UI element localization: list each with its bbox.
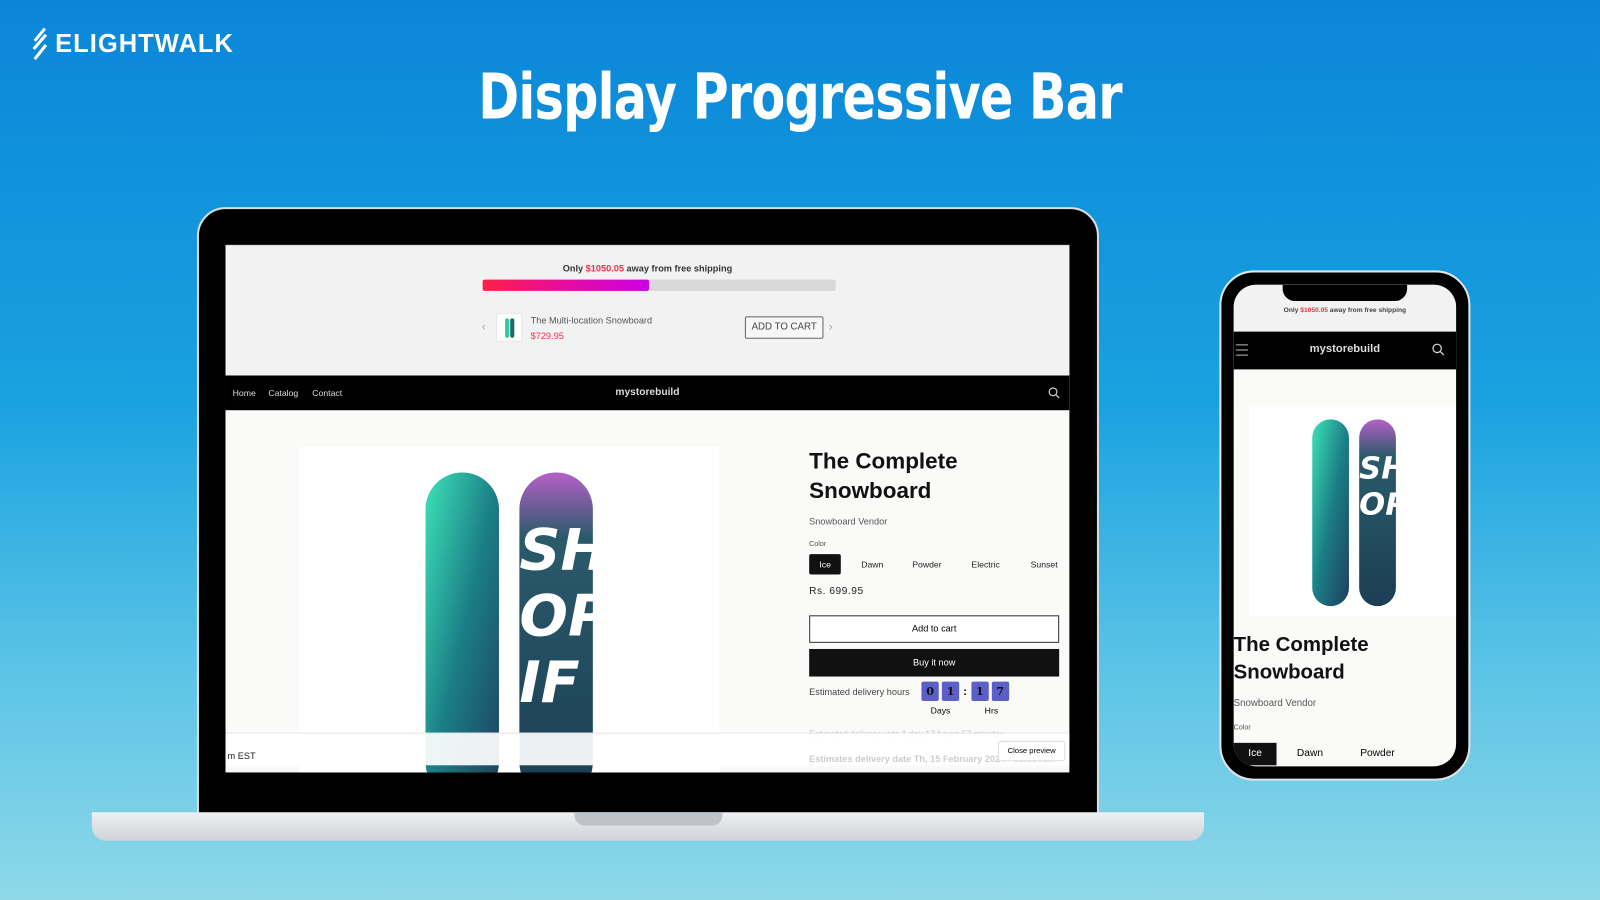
phone-color-ice[interactable]: Ice (1233, 742, 1277, 766)
preview-bar: Estimates delivery date Th, 15 February … (225, 732, 1070, 766)
phone-color-label: Color (1233, 724, 1251, 732)
close-preview-button[interactable]: Close preview (997, 740, 1066, 762)
color-option-powder[interactable]: Powder (902, 554, 952, 574)
progress-fill (482, 279, 649, 291)
days-label: Days (930, 705, 951, 716)
shipping-message: Only $1050.05 away from free shipping (562, 263, 733, 274)
page-title: Display Progressive Bar (478, 59, 1122, 134)
store-name[interactable]: mystorebuild (226, 387, 1070, 398)
laptop-notch (574, 812, 723, 826)
add-to-cart-button[interactable]: Add to cart (809, 615, 1060, 643)
buy-now-button[interactable]: Buy it now (809, 648, 1060, 677)
search-icon[interactable] (1432, 343, 1445, 356)
color-label: Color (809, 540, 827, 548)
delivery-label: Estimated delivery hours (809, 686, 910, 697)
preview-timezone: m EST (227, 751, 256, 762)
color-option-electric[interactable]: Electric (961, 554, 1010, 574)
phone-color-powder[interactable]: Powder (1360, 748, 1395, 759)
free-shipping-banner: Only $1050.05 away from free shipping ‹ … (225, 244, 1070, 376)
progress-bar (482, 279, 836, 291)
product-vendor: Snowboard Vendor (809, 516, 888, 527)
svg-text:IF: IF (519, 650, 579, 716)
phone-notch (1282, 284, 1408, 302)
brand-logo: ELIGHTWALK (31, 27, 234, 62)
phone-product-image: SH OP (1248, 407, 1457, 617)
upsell-thumbnail (495, 313, 523, 342)
svg-text:OP: OP (519, 584, 610, 650)
logo-text: ELIGHTWALK (55, 29, 234, 58)
color-option-ice[interactable]: Ice (809, 554, 842, 575)
product-title: The Complete Snowboard (809, 447, 958, 504)
upsell-price: $729.95 (530, 330, 564, 341)
phone-product-title: The Complete Snowboard (1233, 633, 1369, 684)
phone-color-dawn[interactable]: Dawn (1297, 748, 1323, 759)
product-price: Rs. 699.95 (809, 585, 864, 597)
store-nav: Home Catalog Contact mystorebuild (225, 375, 1070, 411)
phone-screen: Only $1050.05 away from free shipping my… (1233, 284, 1457, 767)
svg-text:OP: OP (1359, 487, 1408, 522)
laptop-screen: Only $1050.05 away from free shipping ‹ … (225, 244, 1070, 773)
svg-text:SH: SH (1359, 452, 1407, 487)
lightning-icon (32, 27, 48, 61)
delivery-countdown: 01:17 (921, 681, 1011, 702)
svg-text:SH: SH (519, 517, 608, 583)
next-arrow-icon[interactable]: › (829, 319, 833, 333)
color-option-sunset[interactable]: Sunset (1020, 554, 1067, 574)
search-icon[interactable] (1048, 387, 1060, 399)
upsell-name: The Multi-location Snowboard (530, 315, 653, 326)
upsell-add-to-cart-button[interactable]: ADD TO CART (744, 316, 824, 339)
phone-vendor: Snowboard Vendor (1233, 697, 1317, 710)
hrs-label: Hrs (984, 705, 999, 716)
product-image: SH OP IF (298, 446, 720, 773)
phone-frame: Only $1050.05 away from free shipping my… (1219, 270, 1471, 781)
prev-arrow-icon[interactable]: ‹ (482, 319, 486, 333)
phone-store-name[interactable]: mystorebuild (1234, 343, 1456, 355)
phone-nav: mystorebuild (1233, 331, 1457, 370)
color-option-dawn[interactable]: Dawn (851, 554, 894, 574)
